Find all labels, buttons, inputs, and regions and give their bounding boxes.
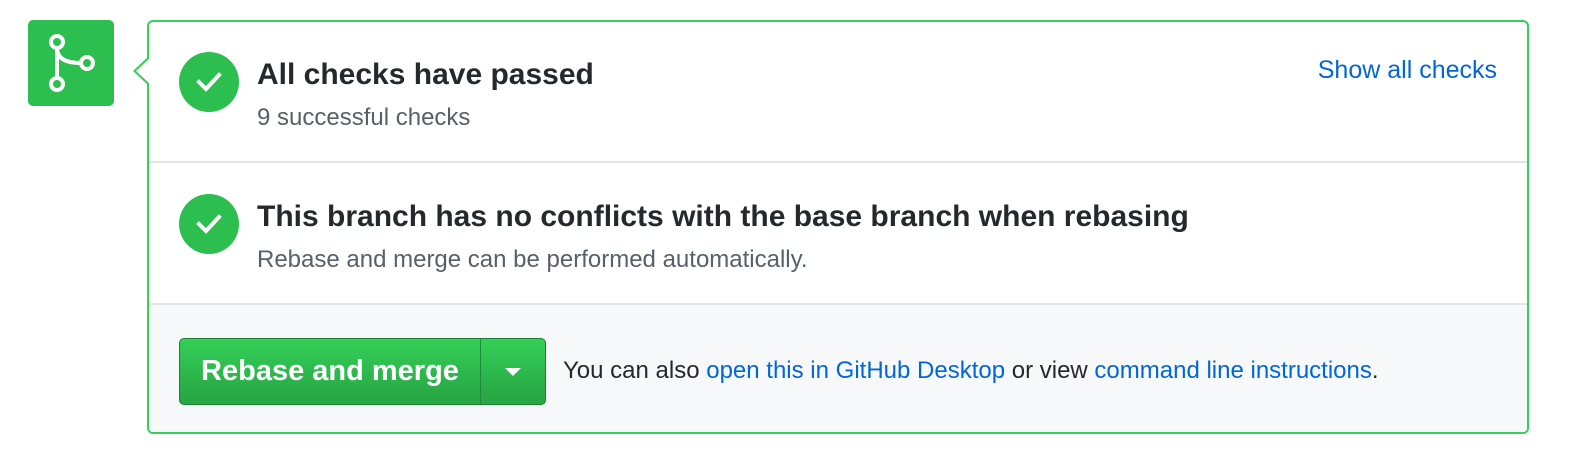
git-merge-icon (49, 34, 95, 92)
alt-middle: or view (1005, 357, 1095, 384)
rebase-and-merge-button[interactable]: Rebase and merge (180, 339, 480, 404)
command-line-instructions-link[interactable]: command line instructions (1094, 357, 1371, 384)
checks-section: All checks have passed 9 successful chec… (149, 22, 1527, 163)
caret-down-icon (505, 367, 521, 376)
checks-description: 9 successful checks (257, 104, 471, 131)
check-icon (179, 52, 239, 112)
merge-status-badge (28, 20, 114, 106)
conflicts-title: This branch has no conflicts with the ba… (257, 200, 1189, 233)
show-all-checks-link[interactable]: Show all checks (1318, 56, 1497, 85)
alt-prefix: You can also (563, 357, 707, 384)
alternative-options-text: You can also open this in GitHub Desktop… (563, 357, 1379, 385)
conflicts-section: This branch has no conflicts with the ba… (149, 163, 1527, 305)
merge-actions-section: Rebase and merge You can also open this … (149, 305, 1527, 432)
merge-button-group: Rebase and merge (179, 338, 546, 405)
alt-suffix: . (1371, 357, 1379, 384)
checks-title: All checks have passed (257, 58, 594, 91)
github-desktop-link[interactable]: open this in GitHub Desktop (706, 357, 1005, 384)
merge-panel: All checks have passed 9 successful chec… (133, 20, 1529, 434)
conflicts-description: Rebase and merge can be performed automa… (257, 246, 808, 273)
check-icon (179, 194, 239, 254)
merge-method-dropdown-button[interactable] (480, 339, 545, 404)
